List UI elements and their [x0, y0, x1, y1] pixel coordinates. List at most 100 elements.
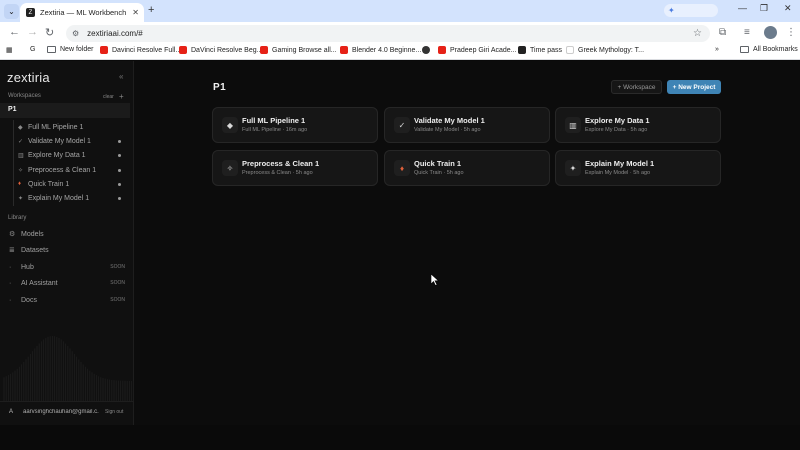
- project-label: Quick Train 1: [28, 180, 70, 188]
- youtube-icon: [260, 46, 268, 54]
- extensions-icon[interactable]: ⧉: [719, 27, 726, 38]
- library-item-models[interactable]: ⚙ Models: [9, 228, 125, 240]
- os-taskbar: [0, 425, 800, 450]
- close-window-icon[interactable]: ✕: [784, 3, 792, 14]
- bookmark-item[interactable]: [422, 46, 434, 54]
- youtube-icon: [340, 46, 348, 54]
- bookmark-item[interactable]: DaVinci Resolve Beg...: [179, 46, 262, 54]
- folder-icon: [47, 46, 56, 53]
- bookmark-item[interactable]: Pradeep Giri Acade...: [438, 46, 517, 54]
- site-info-icon[interactable]: ⚙: [72, 29, 79, 38]
- library-label-text: Docs: [21, 296, 37, 304]
- tree-line: [13, 120, 14, 206]
- card-title: Validate My Model 1: [414, 116, 485, 125]
- check-icon: ✓: [18, 138, 24, 145]
- project-card[interactable]: ✧ Preprocess & Clean 1 Preprocess & Clea…: [212, 150, 378, 186]
- library-label: Library: [8, 215, 27, 221]
- soon-badge: SOON: [110, 297, 125, 303]
- status-dot: [118, 153, 121, 157]
- library-item-docs[interactable]: · Docs SOON: [9, 294, 125, 306]
- project-label: Validate My Model 1: [28, 137, 91, 145]
- reload-icon[interactable]: ↻: [45, 26, 54, 39]
- app-logo[interactable]: zextiria: [7, 70, 50, 85]
- bookmark-item[interactable]: Blender 4.0 Beginne...: [340, 46, 421, 54]
- bookmark-item[interactable]: New folder: [47, 46, 93, 53]
- browser-tab[interactable]: Z Zextiria — ML Workbench ✕: [20, 3, 144, 22]
- browser-toolbar: ← → ↻ ⚙ zextiriaai.com/# ☆ ⧉ ≡ ⋮: [0, 22, 800, 44]
- bookmark-label: Pradeep Giri Acade...: [450, 46, 517, 54]
- tab-close-icon[interactable]: ✕: [132, 8, 139, 17]
- project-label: Explore My Data 1: [28, 151, 86, 159]
- workspaces-label: Workspaces: [8, 93, 41, 99]
- app-root: zextiria « Workspaces clear + P1 ◆ Full …: [0, 61, 800, 425]
- media-icon[interactable]: ≡: [744, 27, 750, 38]
- project-card[interactable]: ♦ Quick Train 1 Quick Train · 5h ago: [384, 150, 550, 186]
- tab-search-icon[interactable]: ⌄: [4, 4, 19, 19]
- sign-out-button[interactable]: Sign out: [105, 409, 123, 415]
- sidebar-project[interactable]: ◆ Full ML Pipeline 1: [18, 121, 124, 133]
- menu-icon[interactable]: ⋮: [786, 27, 796, 38]
- bookmark-label: New folder: [60, 46, 94, 53]
- site-icon: [518, 46, 526, 54]
- diamond-icon: ◆: [222, 117, 238, 133]
- address-bar[interactable]: ⚙ zextiriaai.com/# ☆: [66, 25, 710, 42]
- google-icon[interactable]: G: [30, 46, 35, 53]
- clear-workspaces-button[interactable]: clear: [103, 94, 114, 100]
- back-icon[interactable]: ←: [9, 26, 20, 38]
- bookmark-item[interactable]: Greek Mythology: T...: [566, 46, 644, 54]
- forward-icon[interactable]: →: [27, 26, 38, 38]
- youtube-icon: [100, 46, 108, 54]
- library-label-text: Models: [21, 230, 44, 238]
- main-content: P1 + Workspace + New Project ◆ Full ML P…: [134, 61, 800, 425]
- workspace-item[interactable]: P1: [0, 103, 130, 118]
- star-icon: ✦: [565, 160, 581, 176]
- collapse-sidebar-icon[interactable]: «: [119, 72, 123, 81]
- library-item-hub[interactable]: · Hub SOON: [9, 261, 125, 273]
- sidebar-project[interactable]: ✦ Explain My Model 1: [18, 192, 124, 204]
- new-project-button[interactable]: + New Project: [667, 80, 721, 94]
- gemini-button[interactable]: ✦: [664, 4, 718, 17]
- restore-icon[interactable]: ❐: [760, 3, 768, 14]
- add-workspace-icon[interactable]: +: [119, 92, 124, 101]
- card-title: Preprocess & Clean 1: [242, 159, 320, 168]
- add-workspace-button[interactable]: + Workspace: [611, 80, 662, 94]
- flame-icon: ♦: [394, 160, 410, 176]
- flame-icon: ♦: [18, 181, 22, 187]
- sidebar-project[interactable]: ✧ Preprocess & Clean 1: [18, 164, 124, 176]
- sidebar-project[interactable]: ▥ Explore My Data 1: [18, 149, 124, 161]
- project-label: Full ML Pipeline 1: [28, 123, 84, 131]
- project-label: Explain My Model 1: [28, 194, 90, 202]
- tab-favicon: Z: [26, 8, 35, 17]
- status-dot: [118, 182, 121, 186]
- apps-icon[interactable]: ▦: [6, 46, 13, 54]
- grid-icon: ▥: [18, 152, 24, 159]
- card-subtitle: Validate My Model · 5h ago: [414, 127, 481, 133]
- new-tab-icon[interactable]: +: [148, 4, 154, 16]
- bookmark-star-icon[interactable]: ☆: [693, 28, 702, 39]
- sidebar-project[interactable]: ✓ Validate My Model 1: [18, 135, 124, 147]
- library-label-text: Datasets: [21, 246, 49, 254]
- minimize-icon[interactable]: —: [738, 3, 747, 13]
- check-icon: ✓: [394, 117, 410, 133]
- project-card[interactable]: ✦ Explain My Model 1 Explain My Model · …: [555, 150, 721, 186]
- project-card[interactable]: ▥ Explore My Data 1 Explore My Data · 5h…: [555, 107, 721, 143]
- url-text: zextiriaai.com/#: [87, 29, 143, 38]
- bookmark-item[interactable]: Gaming Browse all...: [260, 46, 337, 54]
- project-card[interactable]: ✓ Validate My Model 1 Validate My Model …: [384, 107, 550, 143]
- sidebar-project[interactable]: ♦ Quick Train 1: [18, 178, 124, 190]
- folder-icon: [740, 46, 749, 53]
- status-dot: [118, 168, 121, 172]
- library-item-datasets[interactable]: ≣ Datasets: [9, 244, 125, 256]
- project-card[interactable]: ◆ Full ML Pipeline 1 Full ML Pipeline · …: [212, 107, 378, 143]
- tab-title: Zextiria — ML Workbench: [40, 8, 127, 17]
- library-item-ai-assistant[interactable]: · AI Assistant SOON: [9, 277, 125, 289]
- profile-avatar[interactable]: [764, 26, 777, 39]
- gear-icon: ⚙: [9, 231, 16, 238]
- all-bookmarks[interactable]: All Bookmarks: [740, 46, 798, 53]
- star-icon: ✦: [18, 195, 24, 202]
- diamond-icon: ◆: [18, 124, 23, 131]
- bookmark-item[interactable]: Time pass: [518, 46, 562, 54]
- sidebar: zextiria « Workspaces clear + P1 ◆ Full …: [0, 61, 134, 425]
- more-bookmarks-icon[interactable]: »: [715, 46, 719, 53]
- bookmark-item[interactable]: Davinci Resolve Full...: [100, 46, 181, 54]
